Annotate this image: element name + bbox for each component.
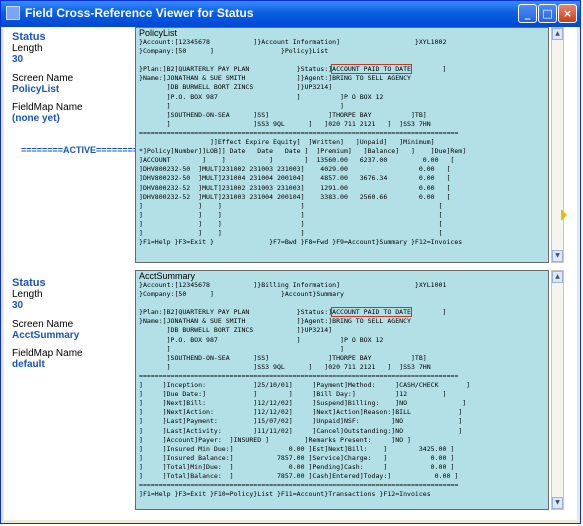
terminal-line: ]DB BURWELL BORT ZINCS ]}UP3214]	[139, 83, 333, 92]
maximize-button[interactable]: □	[538, 4, 557, 23]
terminal-line: }Account:[12345678 ]}Account Information…	[139, 38, 447, 46]
terminal-text: }Account:[12345678 ]}Billing Information…	[139, 281, 470, 499]
terminal-line: ] ] ] ] [	[139, 210, 443, 219]
terminal-text: }Account:[12345678 ]}Account Information…	[139, 38, 466, 247]
fieldmap-value-1: (none yet)	[12, 113, 60, 124]
terminal-line: ]ACCOUNT ] ] ] ] 13560.00 6237.00 0.00 [	[139, 156, 455, 165]
terminal-line: ]DHV800232-50 ]MULT]231002 231003 231003…	[139, 165, 451, 174]
terminal-line: }Company:[50 ] }Account}Summary	[139, 290, 344, 299]
screen-panel-name: PolicyList	[139, 28, 178, 38]
terminal-line: ] ]	[139, 344, 344, 353]
terminal-line: ] ]Due Date:] ] ] ]Bill Day:] ]12 ]	[139, 390, 447, 399]
terminal-line: ========================================…	[139, 481, 459, 490]
terminal-line: ]DB BURWELL BORT ZINCS ]}UP3214]	[139, 326, 333, 335]
terminal-line: }F1=Help }F3=Exit } }F7=Bwd }F8=Fwd }F9=…	[139, 238, 463, 247]
terminal-line: ] ]Total]Min]Due: ] 0.00 ]Pending]Cash: …	[139, 462, 455, 471]
terminal-line: ]SOUTHEND-ON-SEA ]SS] ]THORPE BAY ]TB]	[139, 353, 427, 362]
screen-name-label-2: Screen Name	[12, 319, 74, 330]
terminal-line: }Name:]JONATHAN & SUE SMITH ]}Agent:]BRI…	[139, 74, 411, 83]
terminal-line: ] ]Next]Action: ]12/12/02] ]Next]Action]…	[139, 408, 463, 417]
length-label-2: Length	[12, 289, 43, 300]
length-value-2: 30	[12, 300, 24, 311]
terminal-line: ] ]Last]Activity: ]11/11/02] ]Cancel]Out…	[139, 426, 463, 435]
scroll-up-icon[interactable]: ▲	[552, 28, 563, 40]
terminal-line: }Name:]JONATHAN & SUE SMITH ]}Agent:]BRI…	[139, 317, 411, 326]
terminal-line: ========================================…	[139, 371, 459, 380]
fieldmap-label-1: FieldMap Name	[12, 102, 83, 113]
terminal-line: ========================================…	[139, 128, 459, 137]
terminal-line: ]SOUTHEND-ON-SEA ]SS] ]THORPE BAY ]TB]	[139, 110, 427, 119]
app-icon	[6, 6, 20, 20]
terminal-line: ] ]Insured Balance:] 7857.00 ]Service]Ch…	[139, 453, 455, 462]
terminal-line: ]DHV800232-52 ]MULT]231003 231004 200104…	[139, 192, 451, 201]
terminal-line: ]DHV800232-50 ]MULT]231004 231004 200104…	[139, 174, 451, 183]
terminal-line: ]DHV800232-52 ]MULT]231002 231003 231003…	[139, 183, 451, 192]
screen-panel-policylist: PolicyList }Account:[12345678 ]}Account …	[135, 27, 549, 263]
client-area: Status Length 30 Screen Name PolicyList …	[4, 27, 577, 520]
terminal-line: }Account:[12345678 ]}Billing Information…	[139, 281, 447, 289]
terminal-line: ] ]Insured Min Due:] 0.00 ]Est]Next]Bill…	[139, 444, 455, 453]
info-column: Status Length 30 Screen Name PolicyList …	[4, 27, 143, 520]
terminal-line: ] ] ] ] [	[139, 201, 443, 210]
terminal-line: ] ]Last]Payment: ]15/07/02] ]Unpaid]NSF:…	[139, 417, 463, 426]
length-label-1: Length	[12, 43, 43, 54]
screen-name-value-2: AcctSummary	[12, 330, 80, 341]
scroll-up-icon[interactable]: ▲	[552, 271, 563, 283]
status-field-highlight[interactable]: ACCOUNT PAID TO DATE	[331, 64, 412, 75]
terminal-line: ]P.O. BOX 987 ] ]P O BOX 12	[139, 92, 384, 101]
terminal-line: }Company:[50 ] }Policy}List	[139, 47, 329, 56]
title-bar[interactable]: Field Cross-Reference Viewer for Status …	[1, 1, 580, 27]
terminal-line: ] ]Inception: ]25/10/01] ]Payment]Method…	[139, 381, 471, 390]
terminal-line: ] ]SS3 9QL ] ]020 711 2121 ] ]SS3 7HN	[139, 362, 431, 371]
terminal-line: ] ] ] ] [	[139, 219, 443, 228]
screen-panel-acctsummary: AcctSummary }Account:[12345678 ]}Billing…	[135, 270, 549, 510]
fieldmap-label-2: FieldMap Name	[12, 348, 83, 359]
terminal-line: ] ] ] ] [	[139, 228, 443, 237]
terminal-line: *]Policy]Number]]LOB]] Date Date Date ] …	[139, 147, 467, 156]
mouse-cursor-icon	[561, 209, 567, 221]
terminal-line: }Plan:]B2]QUARTERLY PAY PLAN }Status:]AC…	[139, 64, 447, 75]
screen-name-value-1: PolicyList	[12, 84, 60, 95]
terminal-line: ] ]	[139, 101, 344, 110]
scroll-down-icon[interactable]: ▼	[552, 497, 563, 509]
terminal-line: ] ]Total]Balance: ] 7857.00 ]Cash]Entere…	[139, 471, 459, 480]
scrollbar-acctsummary[interactable]: ▲ ▼	[551, 270, 564, 510]
scroll-down-icon[interactable]: ▼	[552, 250, 563, 262]
terminal-line: }Plan:]B2]QUARTERLY PAY PLAN }Status:]AC…	[139, 307, 447, 318]
screen-name-label-1: Screen Name	[12, 73, 74, 84]
terminal-line: ] ]Account]Payer: ]INSURED ] ]Remarks Pr…	[139, 435, 411, 444]
viewer-window: Field Cross-Reference Viewer for Status …	[0, 0, 581, 524]
field-label-2: Status	[12, 277, 46, 289]
screen-panel-name: AcctSummary	[139, 271, 196, 281]
close-button[interactable]: ×	[558, 4, 577, 23]
terminal-line: ] ]SS3 9QL ] ]020 711 2121 ] ]SS3 7HN	[139, 119, 431, 128]
terminal-line: ]F1=Help }F3=Exit }F10=Policy}List }F11=…	[139, 490, 431, 499]
active-marker: ========ACTIVE========>	[21, 145, 144, 155]
status-field-highlight[interactable]: ACCOUNT PAID TO DATE	[331, 307, 412, 318]
minimize-button[interactable]: _	[518, 4, 537, 23]
scrollbar-policylist[interactable]: ▲ ▼	[551, 27, 564, 263]
terminal-line: ] ]Next]Bill: ]12/12/02] ]Suspend]Billin…	[139, 399, 467, 408]
terminal-line: ]]Effect Expire Equity] ]Written] ]Unpai…	[139, 138, 435, 147]
window-title: Field Cross-Reference Viewer for Status	[25, 6, 254, 20]
field-label-1: Status	[12, 31, 46, 43]
terminal-line: ]P.O. BOX 987 ] ]P O BOX 12	[139, 335, 384, 344]
fieldmap-value-2: default	[12, 359, 45, 370]
length-value-1: 30	[12, 54, 24, 65]
